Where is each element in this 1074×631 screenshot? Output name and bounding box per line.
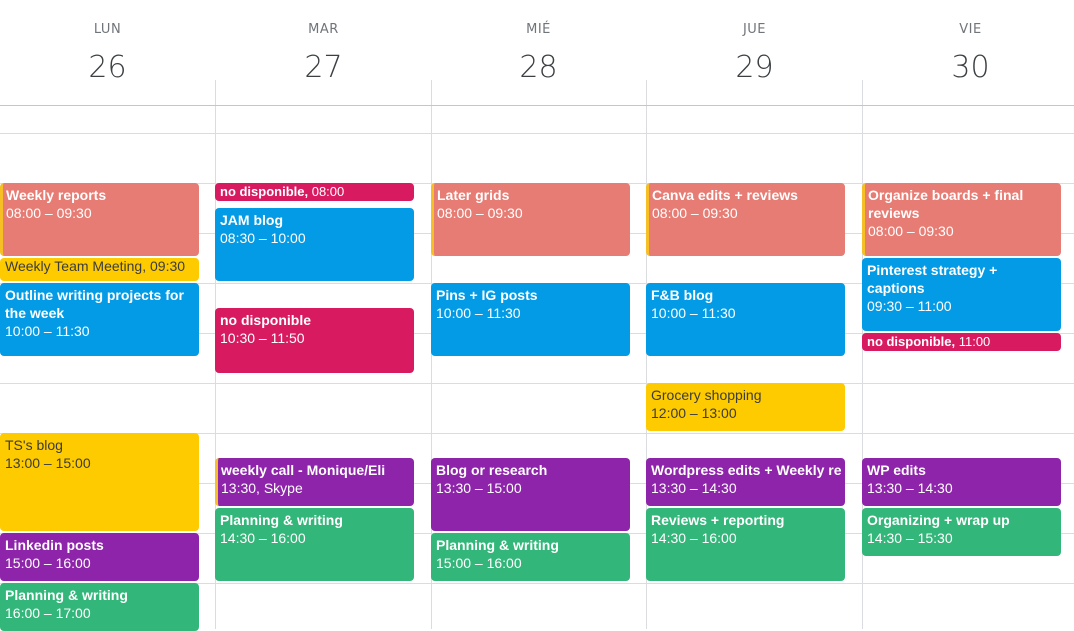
- event-time: 14:30 – 16:00: [651, 530, 737, 546]
- calendar-event[interactable]: Pinterest strategy + captions 09:30 – 11:…: [862, 258, 1061, 331]
- calendar-event[interactable]: Blog or research 13:30 – 15:00: [431, 458, 630, 531]
- event-title: TS's blog: [5, 437, 63, 453]
- calendar-event[interactable]: JAM blog 08:30 – 10:00: [215, 208, 414, 281]
- calendar-event[interactable]: no disponible 10:30 – 11:50: [215, 308, 414, 373]
- day-number[interactable]: 29: [647, 50, 862, 85]
- event-time: 10:30 – 11:50: [220, 330, 305, 346]
- day-header-tue[interactable]: MAR 27: [216, 0, 431, 105]
- calendar-event[interactable]: Canva edits + reviews 08:00 – 09:30: [646, 183, 845, 256]
- event-title: Linkedin posts: [5, 537, 104, 553]
- day-name: JUE: [742, 22, 767, 37]
- event-time: 14:30 – 15:30: [867, 530, 953, 546]
- hour-line: [0, 133, 1074, 134]
- calendar-event[interactable]: Weekly Team Meeting, 09:30: [0, 258, 199, 281]
- day-number[interactable]: 30: [863, 50, 1074, 85]
- event-time: 08:00 – 09:30: [868, 223, 954, 239]
- calendar-event[interactable]: Later grids 08:00 – 09:30: [431, 183, 630, 256]
- event-title: JAM blog: [220, 212, 283, 228]
- event-title: Reviews + reporting: [651, 512, 785, 528]
- week-header: LUN 26 MAR 27 MIÉ 28 JUE 29 VIE 30: [0, 0, 1074, 105]
- event-time: 13:00 – 15:00: [5, 455, 91, 471]
- calendar-event[interactable]: F&B blog 10:00 – 11:30: [646, 283, 845, 356]
- event-title: Blog or research: [436, 462, 548, 478]
- event-title: no disponible,: [220, 184, 309, 199]
- day-number[interactable]: 28: [431, 50, 646, 85]
- calendar-event[interactable]: Planning & writing 16:00 – 17:00: [0, 583, 199, 631]
- event-time: 08:00: [308, 184, 345, 199]
- event-title: F&B blog: [651, 287, 714, 303]
- event-title: Organize boards + final reviews: [868, 187, 1024, 221]
- event-title: Weekly reports: [6, 187, 107, 203]
- event-title: Later grids: [437, 187, 510, 203]
- event-title: Grocery shopping: [651, 387, 762, 403]
- calendar-event[interactable]: Reviews + reporting 14:30 – 16:00: [646, 508, 845, 581]
- event-title: Organizing + wrap up: [867, 512, 1010, 528]
- day-number[interactable]: 26: [0, 50, 215, 85]
- event-title: Pinterest strategy + captions: [867, 262, 998, 296]
- event-time: 11:00: [955, 334, 991, 349]
- calendar-event[interactable]: Outline writing projects for the week 10:…: [0, 283, 199, 356]
- event-time: 08:00 – 09:30: [437, 205, 523, 221]
- day-header-wed[interactable]: MIÉ 28: [431, 0, 646, 105]
- day-header-fri[interactable]: VIE 30: [863, 0, 1074, 105]
- event-time: 08:00 – 09:30: [6, 205, 92, 221]
- calendar-event[interactable]: Wordpress edits + Weekly re 13:30 – 14:30: [646, 458, 845, 506]
- event-time: 09:30 – 11:00: [867, 298, 952, 314]
- event-title: weekly call - Monique/Eli: [221, 462, 386, 478]
- calendar-event[interactable]: Planning & writing 15:00 – 16:00: [431, 533, 630, 581]
- calendar-event[interactable]: no disponible, 08:00: [215, 183, 414, 201]
- event-time: 10:00 – 11:30: [436, 305, 521, 321]
- event-title: Wordpress edits + Weekly re: [651, 462, 842, 478]
- event-time: 16:00 – 17:00: [5, 605, 91, 621]
- event-time: 08:30 – 10:00: [220, 230, 306, 246]
- day-number[interactable]: 27: [216, 50, 431, 85]
- event-title: Planning & writing: [220, 512, 343, 528]
- event-title: WP edits: [867, 462, 926, 478]
- day-name: MIÉ: [526, 22, 551, 37]
- event-time: 09:30: [146, 258, 186, 274]
- calendar-event[interactable]: Planning & writing 14:30 – 16:00: [215, 508, 414, 581]
- calendar-event[interactable]: Grocery shopping 12:00 – 13:00: [646, 383, 845, 431]
- calendar-event[interactable]: TS's blog 13:00 – 15:00: [0, 433, 199, 531]
- event-title: Weekly Team Meeting,: [5, 258, 147, 274]
- event-time: 14:30 – 16:00: [220, 530, 306, 546]
- event-time: 13:30 – 14:30: [867, 480, 953, 496]
- calendar-event[interactable]: Organizing + wrap up 14:30 – 15:30: [862, 508, 1061, 556]
- event-title: no disponible: [220, 312, 311, 328]
- calendar-event[interactable]: WP edits 13:30 – 14:30: [862, 458, 1061, 506]
- event-title: Outline writing projects for the week: [5, 287, 184, 321]
- day-name: VIE: [959, 22, 982, 37]
- event-title: Planning & writing: [436, 537, 559, 553]
- event-time: 13:30 – 14:30: [651, 480, 737, 496]
- event-title: Pins + IG posts: [436, 287, 538, 303]
- calendar-event[interactable]: Pins + IG posts 10:00 – 11:30: [431, 283, 630, 356]
- event-time: 15:00 – 16:00: [5, 555, 91, 571]
- event-time: 10:00 – 11:30: [651, 305, 736, 321]
- calendar-event[interactable]: no disponible, 11:00: [862, 333, 1061, 351]
- day-name: MAR: [308, 22, 339, 37]
- event-time: 15:00 – 16:00: [436, 555, 522, 571]
- event-title: no disponible,: [867, 334, 956, 349]
- header-divider: [0, 105, 1074, 106]
- calendar-event[interactable]: weekly call - Monique/Eli 13:30, Skype: [215, 458, 414, 506]
- event-time: 13:30 – 15:00: [436, 480, 522, 496]
- event-time: 12:00 – 13:00: [651, 405, 737, 421]
- hour-line: [0, 383, 1074, 384]
- event-title: Planning & writing: [5, 587, 128, 603]
- event-time: 13:30, Skype: [221, 480, 303, 496]
- event-time: 08:00 – 09:30: [652, 205, 738, 221]
- calendar-event[interactable]: Linkedin posts 15:00 – 16:00: [0, 533, 199, 581]
- event-title: Canva edits + reviews: [652, 187, 798, 203]
- day-header-mon[interactable]: LUN 26: [0, 0, 215, 105]
- calendar-event[interactable]: Organize boards + final reviews 08:00 – 0…: [862, 183, 1061, 256]
- event-time: 10:00 – 11:30: [5, 323, 90, 339]
- day-header-thu[interactable]: JUE 29: [647, 0, 862, 105]
- day-name: LUN: [93, 22, 122, 37]
- calendar-event[interactable]: Weekly reports 08:00 – 09:30: [0, 183, 199, 256]
